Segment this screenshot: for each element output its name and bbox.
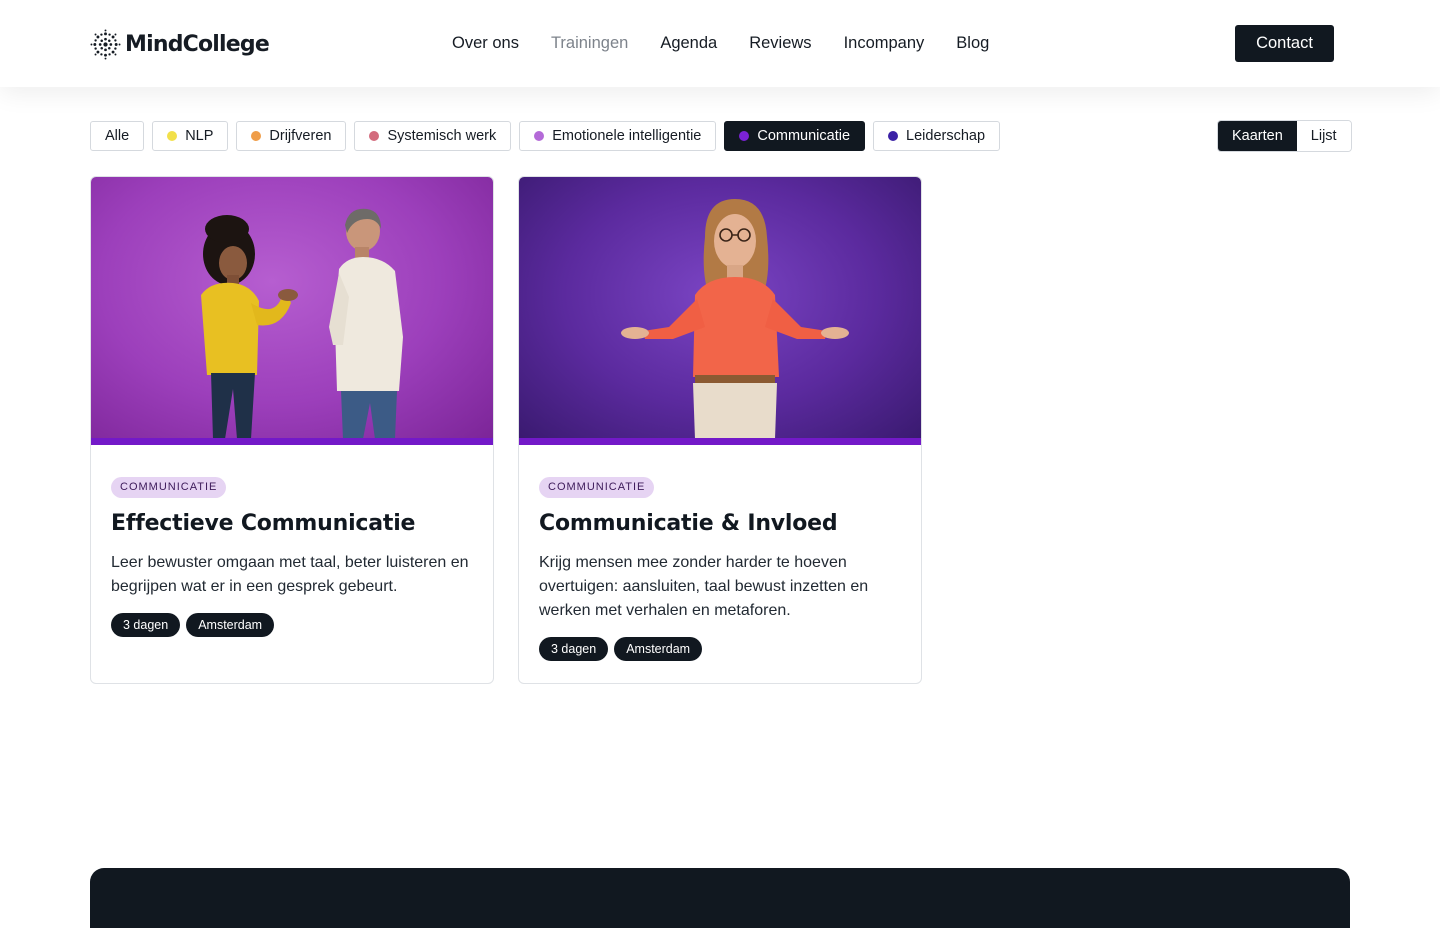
logo-mark-icon xyxy=(90,28,121,60)
filter-dot-icon xyxy=(534,131,545,141)
filter-chip-leiderschap[interactable]: Leiderschap xyxy=(873,121,1001,151)
training-card-image xyxy=(91,177,493,438)
location-pill: Amsterdam xyxy=(186,613,275,637)
view-toggle: Kaarten Lijst xyxy=(1217,120,1352,152)
filter-chip-label: Drijfveren xyxy=(269,128,332,144)
nav-item-agenda[interactable]: Agenda xyxy=(660,33,717,53)
card-accent-bar xyxy=(519,438,921,445)
filter-dot-icon xyxy=(888,131,899,141)
filter-chip-label: Alle xyxy=(105,128,130,144)
filter-dot-icon xyxy=(739,131,750,141)
woman-presenting-illustration xyxy=(621,199,849,438)
main-nav: Over ons Trainingen Agenda Reviews Incom… xyxy=(452,33,989,53)
location-pill: Amsterdam xyxy=(614,637,703,661)
filter-chip-label: Systemisch werk xyxy=(387,128,497,144)
two-people-talking-illustration xyxy=(201,208,403,438)
card-description: Leer bewuster omgaan met taal, beter lui… xyxy=(111,554,469,595)
contact-button[interactable]: Contact xyxy=(1235,25,1334,62)
category-tag: COMMUNICATIE xyxy=(539,477,655,498)
filter-dot-icon xyxy=(369,131,380,141)
nav-item-reviews[interactable]: Reviews xyxy=(749,33,811,53)
filter-chip-label: Emotionele intelligentie xyxy=(552,128,702,144)
duration-pill: 3 dagen xyxy=(111,613,181,637)
nav-item-over-ons[interactable]: Over ons xyxy=(452,33,519,53)
view-list-button[interactable]: Lijst xyxy=(1296,121,1351,151)
filter-chip-label: Leiderschap xyxy=(906,128,986,144)
card-description: Krijg mensen mee zonder harder te hoeven… xyxy=(539,554,869,619)
filter-chip-drijfveren[interactable]: Drijfveren xyxy=(236,121,347,151)
filter-chip-label: NLP xyxy=(185,128,214,144)
duration-pill: 3 dagen xyxy=(539,637,609,661)
card-title[interactable]: Communicatie & Invloed xyxy=(539,510,901,538)
brand-name: MindCollege xyxy=(125,31,270,57)
card-meta: 3 dagen Amsterdam xyxy=(111,613,473,637)
filter-chip-nlp[interactable]: NLP xyxy=(152,121,229,151)
training-card[interactable]: COMMUNICATIE Effectieve Communicatie Lee… xyxy=(90,176,494,684)
filter-dot-icon xyxy=(251,131,262,141)
category-tag: COMMUNICATIE xyxy=(111,477,227,498)
training-card-image xyxy=(519,177,921,438)
nav-item-incompany[interactable]: Incompany xyxy=(844,33,925,53)
filter-chip-label: Communicatie xyxy=(757,128,851,144)
filter-chip-alle[interactable]: Alle xyxy=(90,121,145,151)
category-filters: Alle NLP Drijfveren Systemisch werk Emot… xyxy=(90,121,1001,151)
site-header: MindCollege Over ons Trainingen Agenda R… xyxy=(0,0,1440,87)
training-card[interactable]: COMMUNICATIE Communicatie & Invloed Krij… xyxy=(518,176,922,684)
filter-dot-icon xyxy=(167,131,178,141)
view-cards-button[interactable]: Kaarten xyxy=(1218,121,1297,151)
card-meta: 3 dagen Amsterdam xyxy=(539,637,901,661)
filter-chip-emotionele-intelligentie[interactable]: Emotionele intelligentie xyxy=(519,121,717,151)
filter-chip-communicatie[interactable]: Communicatie xyxy=(724,121,866,151)
card-accent-bar xyxy=(91,438,493,445)
card-title[interactable]: Effectieve Communicatie xyxy=(111,510,473,538)
brand-logo[interactable]: MindCollege xyxy=(90,28,270,60)
footer-section xyxy=(90,868,1350,928)
nav-item-trainingen[interactable]: Trainingen xyxy=(551,33,628,53)
filter-chip-systemisch-werk[interactable]: Systemisch werk xyxy=(354,121,512,151)
nav-item-blog[interactable]: Blog xyxy=(956,33,989,53)
